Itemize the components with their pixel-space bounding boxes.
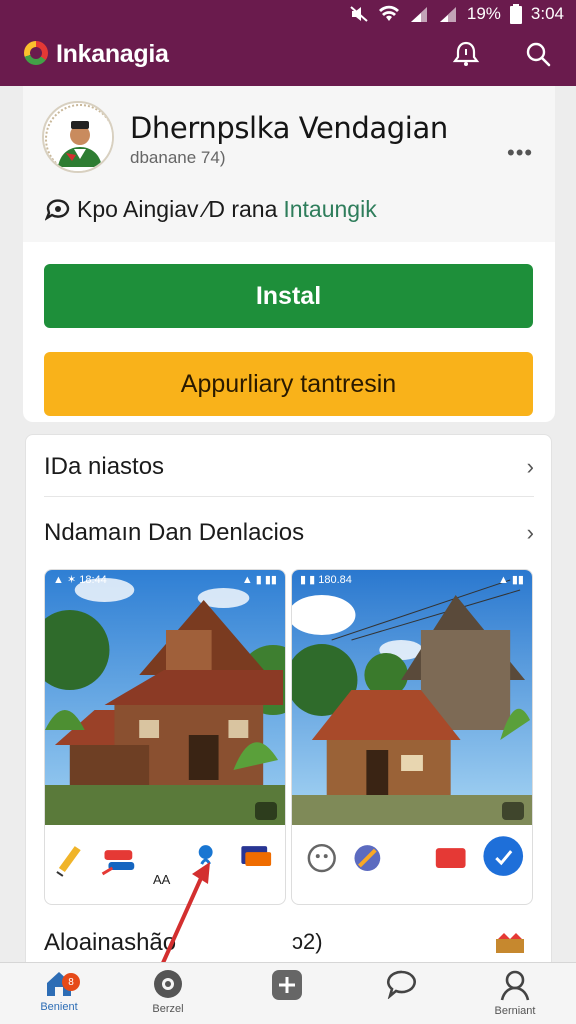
nav-home[interactable]: 8 Benient [14, 969, 104, 1024]
comment-icon [45, 198, 70, 221]
more-options-icon[interactable]: ••• [507, 140, 533, 166]
section-label: IDa niastos [44, 452, 165, 480]
nav-label: Benient [40, 1001, 78, 1013]
search-icon[interactable] [522, 38, 554, 70]
nav-chat[interactable] [357, 969, 447, 1024]
screenshot-thumbnail[interactable]: ▮ ▮ 180.84 ▲ ▮▮ [291, 569, 533, 905]
nav-discover[interactable]: Berzel [123, 969, 213, 1024]
thumbnail-icon-row [56, 845, 272, 877]
section-label: Ndamaın Dan Denlacios [44, 519, 305, 546]
chat-icon [387, 970, 416, 999]
app-header: Dhernpslka Vendagian dbanane 74) ••• Kpo… [23, 86, 555, 242]
thumb-status-left: ▲ ✶ 18:44 [53, 574, 107, 586]
mute-icon [350, 6, 368, 22]
expand-icon[interactable] [255, 802, 277, 820]
developer-avatar [42, 101, 114, 173]
expand-icon[interactable] [502, 802, 524, 820]
clock: 3:04 [530, 4, 564, 23]
battery-icon [509, 4, 522, 24]
status-bar: 19% 3:04 [349, 2, 564, 26]
disc-icon [154, 970, 182, 998]
app-title: Inkanagia [56, 40, 169, 68]
house-photo [292, 570, 532, 825]
thumb-status-right: ▲ ▮▮ [497, 574, 524, 586]
profile-icon [500, 970, 530, 1001]
row-value: ᴐ2) [292, 929, 323, 954]
meta-link[interactable]: Intaungik [283, 196, 376, 223]
section-row-reviews[interactable]: Aloainashão ᴐ2) [44, 923, 534, 963]
add-icon [272, 970, 302, 1000]
gift-icon [496, 933, 524, 953]
meta-text-1: Kpo Aingiav [77, 196, 199, 222]
thumb-status-left: ▮ ▮ 180.84 [300, 574, 352, 586]
battery-percent: 19% [466, 4, 501, 23]
chevron-right-icon: › [526, 520, 534, 545]
install-button[interactable]: Instal [44, 264, 533, 328]
app-logo-icon [24, 41, 48, 65]
thumbnail-status-bar: ▲ ✶ 18:44 ▲ ▮ ▮▮ [45, 570, 285, 590]
section-label: Aloainashão [44, 929, 177, 956]
meta-text-2: ∕D rana [204, 196, 278, 222]
details-card: IDa niastos › Ndamaın Dan Denlacios › ▲ … [25, 434, 552, 974]
nav-profile[interactable]: Berniant [470, 969, 560, 1024]
app-meta: Kpo Aingiav ∕D rana Intaungik [45, 196, 377, 223]
section-row-details[interactable]: IDa niastos › [44, 437, 534, 497]
app-bar: Inkanagia [0, 26, 576, 86]
notification-badge: 8 [62, 973, 80, 991]
section-row-screenshots[interactable]: Ndamaın Dan Denlacios › [44, 503, 534, 563]
signal-icon [410, 7, 427, 22]
wifi-icon [378, 5, 399, 21]
nav-add[interactable] [242, 969, 332, 1024]
secondary-button[interactable]: Appurliary tantresin [44, 352, 533, 416]
signal-icon-2 [439, 7, 456, 22]
thumb-status-right: ▲ ▮ ▮▮ [241, 574, 277, 586]
bottom-navigation: 8 Benient Berzel Berniant [0, 962, 576, 1024]
nav-label: Berzel [152, 1003, 184, 1015]
chevron-right-icon: › [526, 453, 534, 479]
thumbnail-icon-row [307, 836, 524, 876]
nav-label: Berniant [494, 1005, 536, 1017]
notification-bell-icon[interactable] [450, 38, 482, 70]
screenshot-thumbnail[interactable]: ▲ ✶ 18:44 ▲ ▮ ▮▮ AA [44, 569, 286, 905]
header: 19% 3:04 Inkanagia [0, 0, 576, 86]
app-name: Dhernpslka Vendagian [130, 111, 448, 145]
app-info-card: Dhernpslka Vendagian dbanane 74) ••• Kpo… [23, 86, 555, 422]
small-label: AA [153, 872, 171, 887]
house-photo [45, 570, 285, 825]
thumbnail-status-bar: ▮ ▮ 180.84 ▲ ▮▮ [292, 570, 532, 590]
app-subtitle: dbanane 74) [130, 148, 226, 167]
